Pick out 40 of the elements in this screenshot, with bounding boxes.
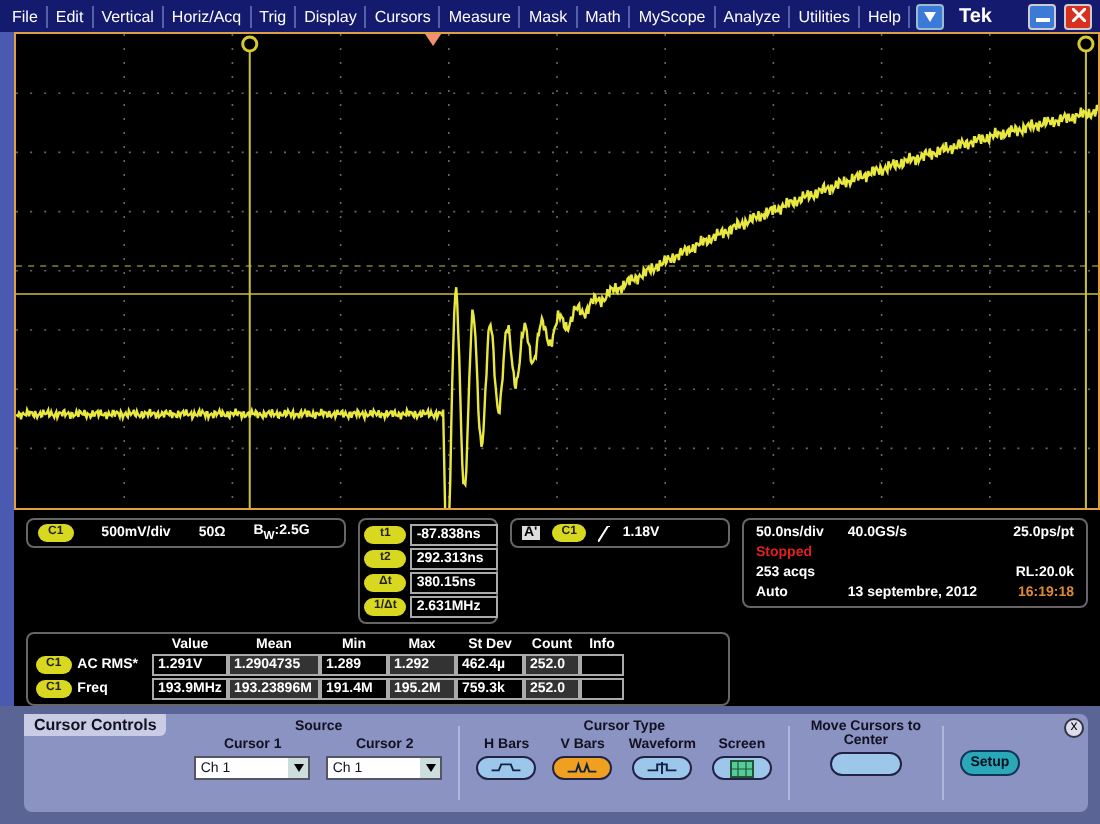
move-cursors-button[interactable] [829,752,902,777]
waveform-icon [564,760,601,777]
caret-icon [293,764,304,773]
cursor-line[interactable] [1084,50,1087,509]
close-icon [1071,8,1085,22]
menu-item[interactable]: Vertical [93,5,164,27]
cursor-type-button[interactable] [552,756,613,781]
table-cell [580,678,624,701]
menu-item[interactable]: Math [577,5,631,27]
waveform-icon [488,760,525,777]
rising-edge-icon [598,525,611,542]
menu-item[interactable]: MyScope [630,5,716,27]
menu-item[interactable]: Trig [251,5,297,27]
table-cell [580,654,624,677]
cursor-marker-icon[interactable] [1077,35,1095,53]
menu-item[interactable]: Utilities [790,5,860,27]
menu-item[interactable]: Help [860,5,911,27]
caret-icon [425,764,436,773]
menu-item[interactable]: Display [296,5,367,27]
cursor-type-button[interactable] [476,756,537,781]
caret-icon [924,11,937,21]
menu-item[interactable]: File [4,5,48,27]
grid-icon [729,759,754,778]
menu-item[interactable]: Mask [520,5,578,27]
menu-item[interactable]: Edit [47,5,94,27]
close-button[interactable] [1064,3,1092,29]
menu-item[interactable]: Cursors [366,5,441,27]
waveform-icon [644,760,681,777]
menu-item[interactable]: Measure [440,5,521,27]
brand-label: Tek [959,5,992,27]
panel-title: Cursor Controls [24,714,167,737]
cursor-marker-icon[interactable] [241,35,259,53]
cursor-type-button[interactable] [632,756,693,781]
cursor-line[interactable] [248,50,251,509]
menu-item[interactable]: Analyze [715,5,791,27]
cursor-type-button[interactable] [711,756,772,781]
menu-item[interactable]: Horiz/Acq [163,5,252,27]
menu-dropdown-button[interactable] [916,3,945,29]
minimize-icon [1035,18,1049,22]
minimize-button[interactable] [1028,3,1056,29]
